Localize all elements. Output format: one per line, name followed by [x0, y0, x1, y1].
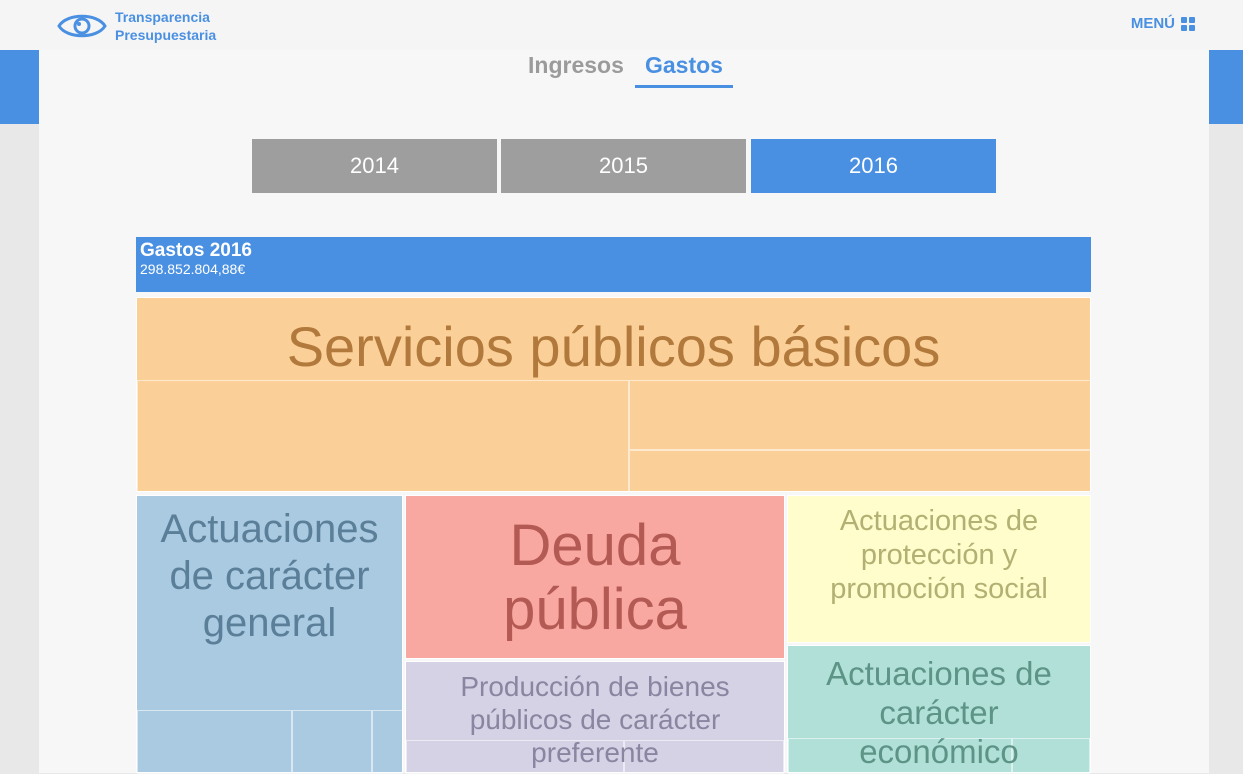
tab-ingresos[interactable]: Ingresos: [528, 52, 624, 85]
year-button-2016[interactable]: 2016: [751, 139, 996, 193]
treemap-label: Actuaciones de carácter general: [160, 507, 379, 645]
logo-text: Transparencia Presupuestaria: [115, 8, 216, 44]
treemap-subcell[interactable]: [372, 710, 403, 774]
main-content: Ingresos Gastos 2014 2015 2016 Gastos 20…: [39, 50, 1209, 774]
logo[interactable]: Transparencia Presupuestaria: [57, 8, 216, 44]
menu-button[interactable]: MENÚ: [1131, 15, 1195, 32]
treemap-cell-actuaciones-caracter-economico[interactable]: Actuaciones de carácter económico: [787, 645, 1091, 774]
side-accent-left: [0, 50, 39, 124]
year-button-2014[interactable]: 2014: [252, 139, 497, 193]
treemap-subcell[interactable]: [137, 710, 292, 774]
budget-tabs: Ingresos Gastos: [39, 50, 1209, 94]
tab-gastos[interactable]: Gastos: [635, 52, 733, 88]
treemap-label: Servicios públicos básicos: [286, 315, 941, 378]
treemap-subcell[interactable]: [629, 450, 1091, 492]
side-accent-right: [1209, 50, 1243, 124]
treemap-label: Producción de bienes públicos de carácte…: [460, 671, 730, 768]
treemap-cell-produccion-bienes-publicos[interactable]: Producción de bienes públicos de carácte…: [405, 661, 785, 774]
top-bar: Transparencia Presupuestaria MENÚ: [0, 0, 1243, 50]
year-button-2015[interactable]: 2015: [501, 139, 746, 193]
treemap-title: Gastos 2016: [140, 240, 252, 261]
treemap-cell-deuda-publica[interactable]: Deuda pública: [405, 495, 785, 659]
treemap-label: Actuaciones de carácter económico: [826, 655, 1052, 770]
treemap-cell-actuaciones-caracter-general[interactable]: Actuaciones de carácter general: [136, 495, 403, 774]
eye-icon: [57, 14, 107, 38]
treemap-label: Deuda pública: [503, 513, 687, 642]
treemap-subcell[interactable]: [137, 380, 629, 492]
treemap-cell-proteccion-promocion-social[interactable]: Actuaciones de protección y promoción so…: [787, 495, 1091, 643]
grid-icon: [1181, 16, 1195, 31]
menu-label: MENÚ: [1130, 15, 1175, 32]
treemap-subcell[interactable]: [292, 710, 372, 774]
treemap-total: 298.852.804,88€: [140, 261, 246, 277]
treemap-subcell[interactable]: [629, 380, 1091, 450]
logo-line-2: Presupuestaria: [115, 27, 217, 43]
treemap-header[interactable]: Gastos 2016 298.852.804,88€: [136, 237, 1091, 292]
logo-line-1: Transparencia: [115, 9, 210, 25]
treemap-cell-servicios-publicos-basicos[interactable]: Servicios públicos básicos: [136, 297, 1091, 492]
treemap-label: Actuaciones de protección y promoción so…: [830, 505, 1048, 605]
